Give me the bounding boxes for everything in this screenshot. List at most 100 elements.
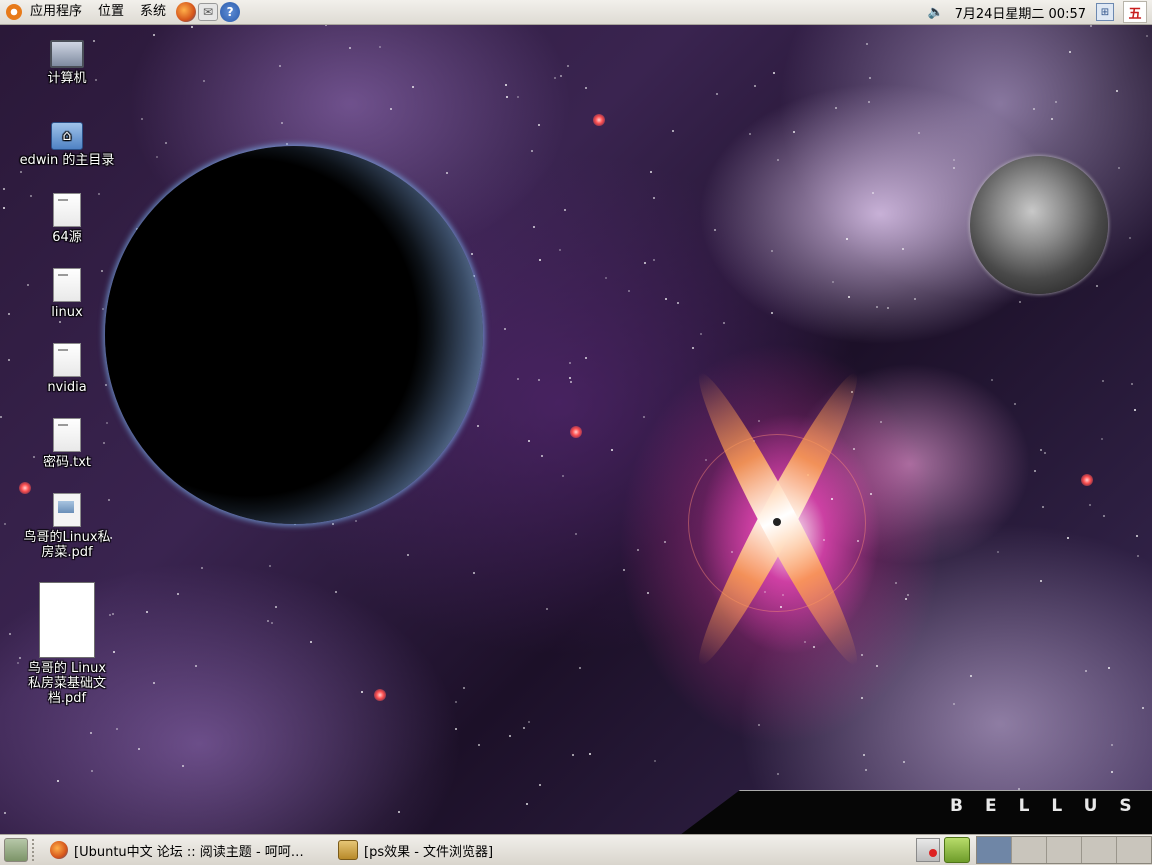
desktop-icon-64src[interactable]: 64源	[12, 193, 122, 245]
star	[1131, 383, 1133, 385]
star	[902, 248, 904, 250]
star	[637, 549, 639, 551]
star	[562, 475, 564, 477]
menu-places[interactable]: 位置	[90, 0, 132, 24]
star	[914, 298, 916, 300]
taskbar-button-label: [ps效果 - 文件浏览器]	[364, 844, 494, 860]
workspace-switcher[interactable]	[976, 836, 1152, 864]
star	[970, 675, 972, 677]
notification-icon[interactable]	[916, 838, 940, 862]
mail-icon[interactable]: ✉	[198, 3, 219, 21]
panel-grip-handle[interactable]	[32, 839, 39, 861]
trash-icon[interactable]	[944, 837, 970, 863]
star	[533, 226, 535, 228]
star	[1033, 108, 1035, 110]
star	[471, 253, 473, 255]
large-planet-image	[105, 146, 483, 524]
star	[793, 131, 795, 133]
star	[275, 606, 277, 608]
star	[455, 728, 457, 730]
star	[463, 687, 465, 689]
star	[1040, 580, 1042, 582]
star	[191, 26, 193, 28]
star	[477, 425, 479, 427]
workspace-5[interactable]	[1117, 837, 1151, 863]
star	[138, 748, 140, 750]
star	[4, 523, 6, 525]
desktop-icon-password-txt[interactable]: 密码.txt	[12, 418, 122, 470]
taskbar-button-firefox[interactable]: [Ubuntu中文 论坛 :: 阅读主题 - 呵呵…	[43, 837, 327, 863]
menu-applications[interactable]: 应用程序	[22, 0, 90, 24]
clock[interactable]: 7月24日星期二 00:57	[949, 3, 1092, 22]
star	[361, 691, 363, 693]
show-desktop-button[interactable]	[4, 838, 28, 862]
star	[407, 554, 409, 556]
input-method-indicator[interactable]: 五	[1123, 1, 1147, 23]
desktop-icon-computer[interactable]: 计算机	[12, 40, 122, 86]
desktop-icon-linux[interactable]: linux	[12, 268, 122, 320]
star	[644, 262, 646, 264]
red-star	[374, 689, 386, 701]
star	[528, 440, 530, 442]
star	[153, 682, 155, 684]
desktop-icon-home[interactable]: ⌂ edwin 的主目录	[12, 122, 122, 168]
star	[1067, 537, 1069, 539]
star	[195, 665, 197, 667]
star	[771, 250, 773, 252]
star	[156, 156, 158, 158]
workspace-2[interactable]	[1012, 837, 1047, 863]
star	[1111, 744, 1113, 746]
star	[953, 703, 955, 705]
star	[1111, 771, 1113, 773]
volume-icon[interactable]: 🔈	[927, 3, 945, 21]
small-planet-image	[970, 156, 1108, 294]
desktop-background[interactable]: BELLUS	[0, 24, 1152, 834]
star	[473, 572, 475, 574]
workspace-3[interactable]	[1047, 837, 1082, 863]
star	[880, 421, 882, 423]
star	[1136, 535, 1138, 537]
star	[903, 761, 905, 763]
star	[355, 520, 357, 522]
star	[91, 770, 93, 772]
star	[1055, 101, 1057, 103]
star	[281, 122, 283, 124]
network-icon[interactable]: ⊞	[1096, 3, 1114, 21]
star	[1051, 118, 1053, 120]
pdf-thumbnail-icon	[39, 582, 95, 658]
desktop-icon-linux-pdf[interactable]: 鸟哥的Linux私房菜.pdf	[12, 493, 122, 560]
star	[1142, 707, 1144, 709]
star	[804, 641, 806, 643]
star	[705, 459, 707, 461]
star	[3, 207, 5, 209]
ubuntu-logo-icon[interactable]	[6, 4, 22, 20]
star	[279, 65, 281, 67]
star	[538, 379, 540, 381]
firefox-icon[interactable]	[176, 2, 197, 22]
desktop-icon-linux-basics-pdf[interactable]: 鸟哥的 Linux 私房菜基础文档.pdf	[12, 582, 122, 706]
file-browser-icon	[338, 840, 358, 860]
menu-system[interactable]: 系统	[132, 0, 174, 24]
star	[182, 765, 184, 767]
star	[1042, 506, 1044, 508]
star	[1019, 301, 1021, 303]
star	[813, 646, 815, 648]
taskbar-button-file-browser[interactable]: [ps效果 - 文件浏览器]	[331, 837, 625, 863]
star	[754, 85, 756, 87]
image-file-icon	[53, 493, 81, 527]
star	[1118, 167, 1120, 169]
help-icon[interactable]: ?	[220, 2, 241, 22]
workspace-1[interactable]	[977, 837, 1012, 863]
desktop-icon-nvidia[interactable]: nvidia	[12, 343, 122, 395]
star	[526, 803, 528, 805]
star	[723, 322, 725, 324]
star	[1103, 515, 1105, 517]
star	[141, 118, 143, 120]
workspace-4[interactable]	[1082, 837, 1117, 863]
star	[1044, 452, 1046, 454]
star	[570, 381, 572, 383]
star	[446, 172, 448, 174]
star	[569, 377, 571, 379]
star	[349, 47, 351, 49]
star	[991, 379, 993, 381]
